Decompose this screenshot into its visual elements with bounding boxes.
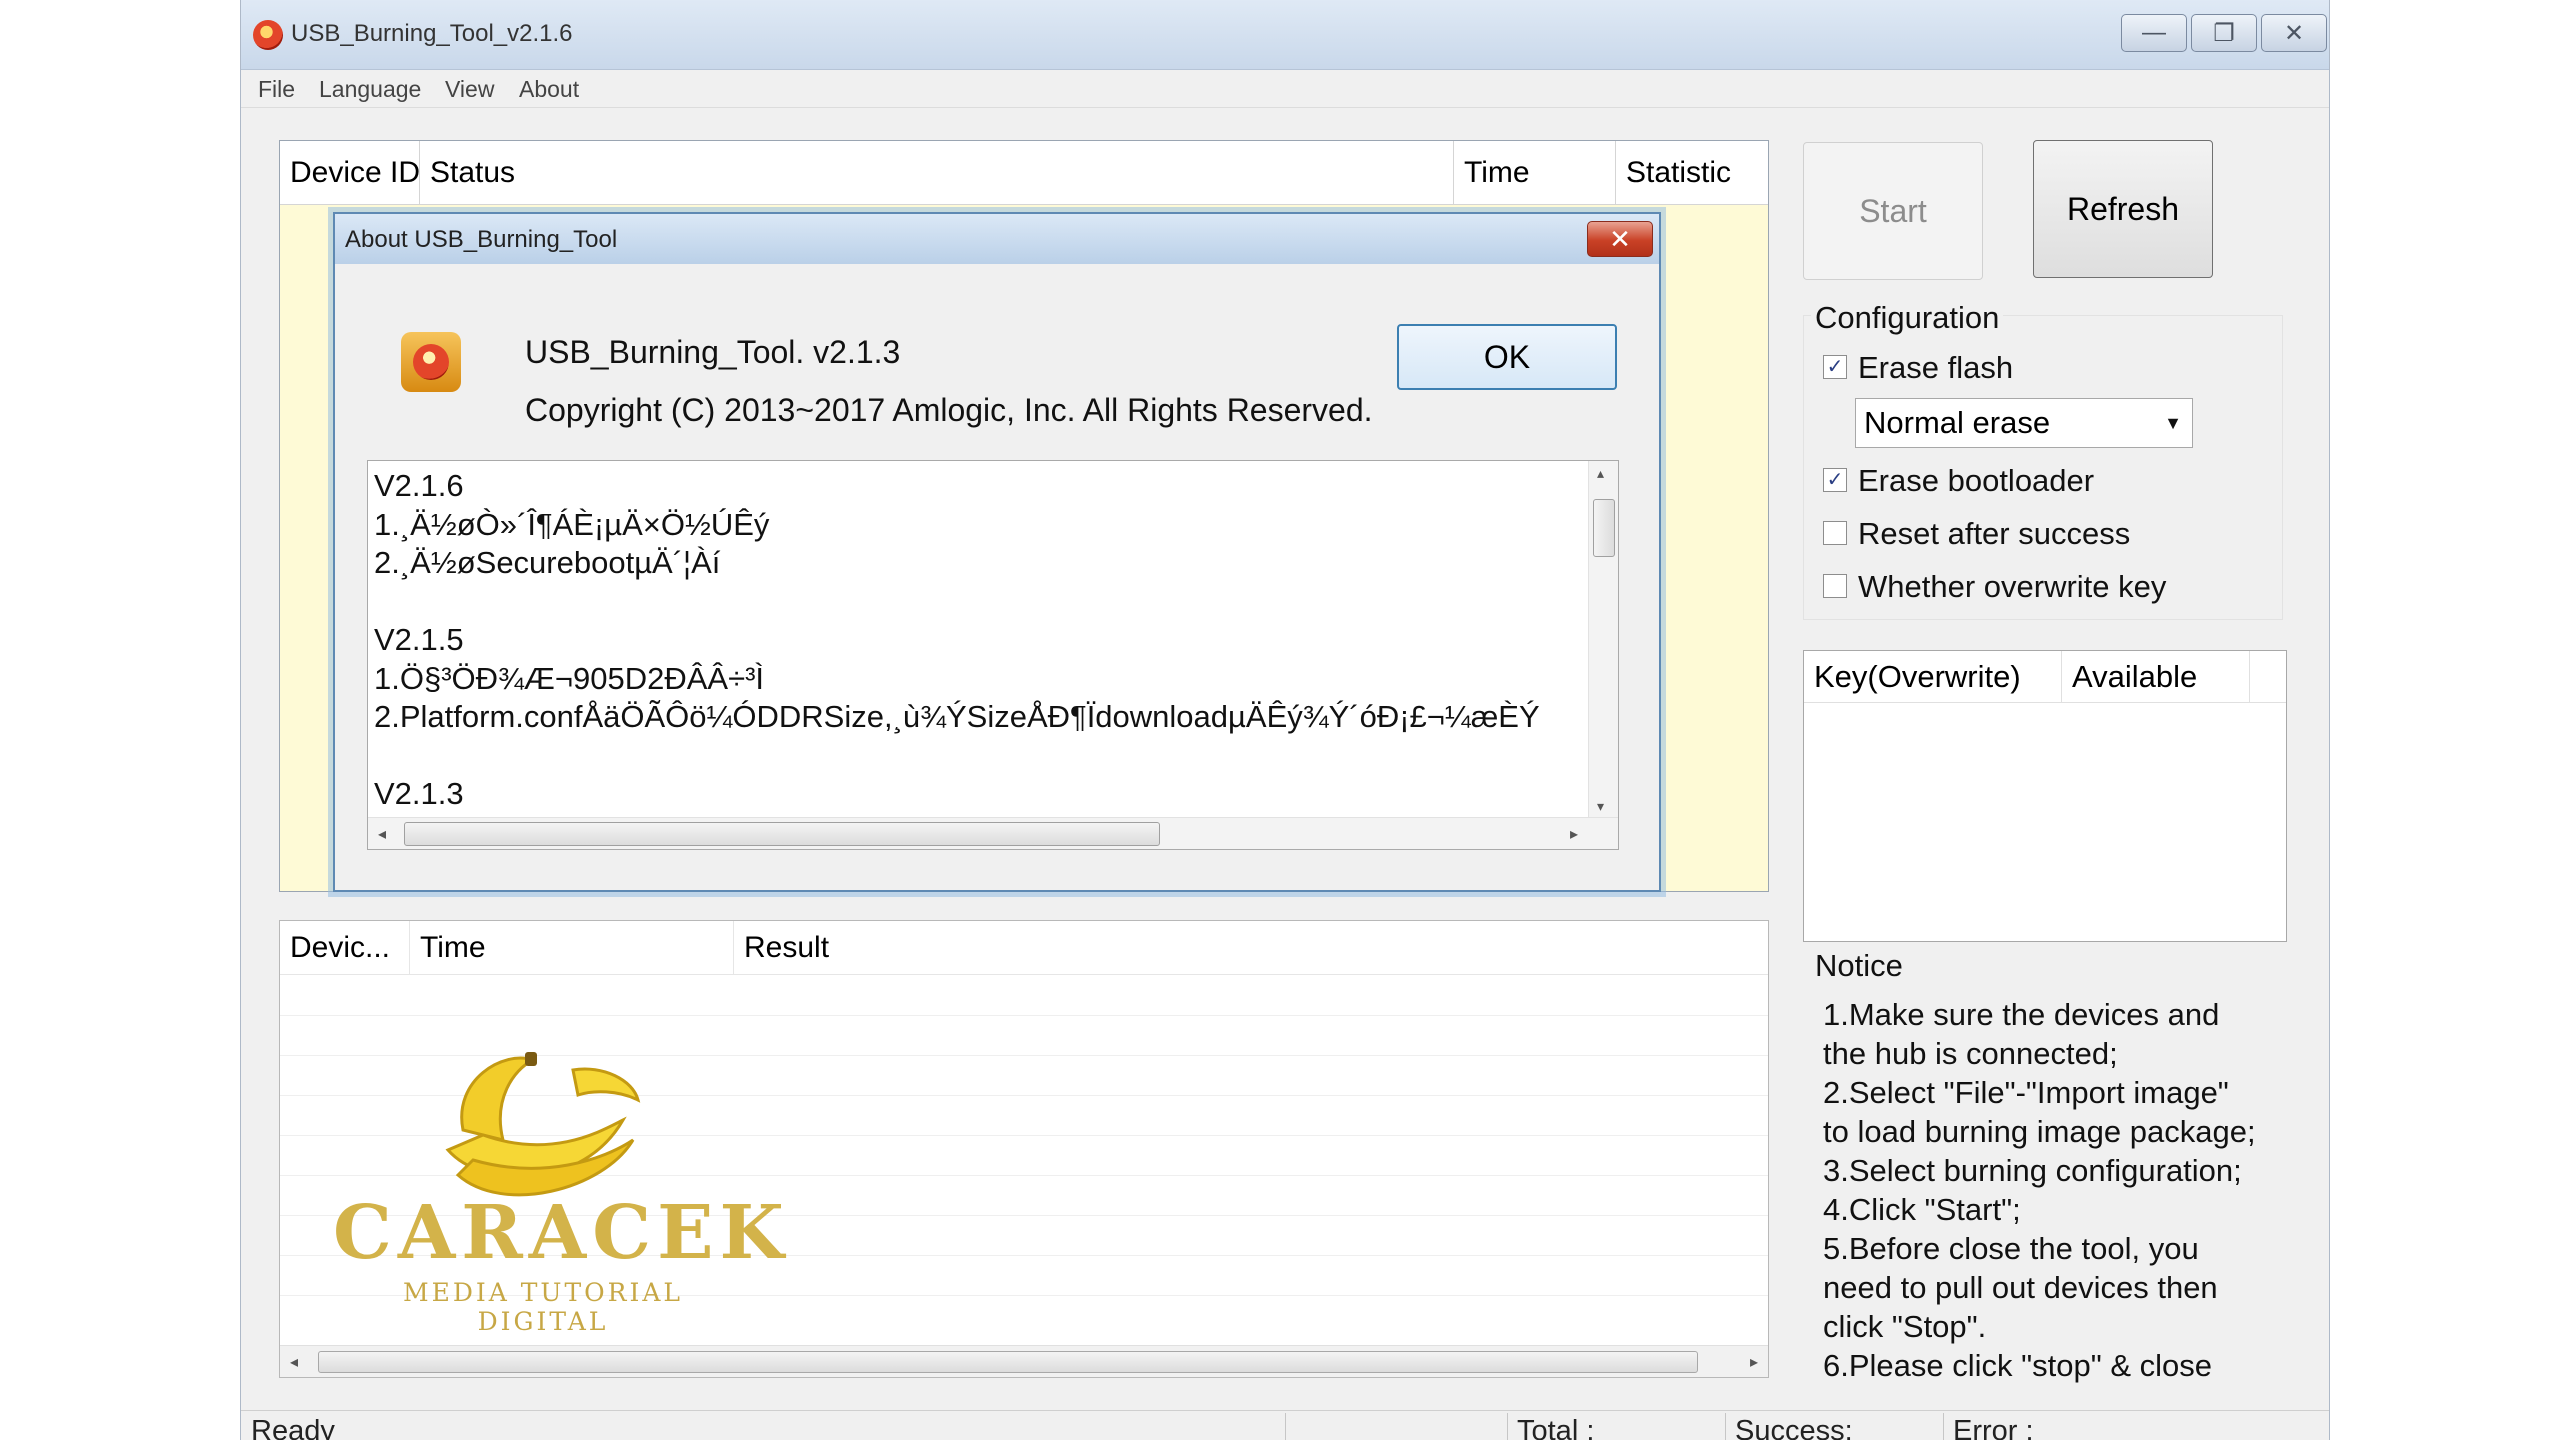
changelog-textarea[interactable]: V2.1.6 1.¸Ä½øÒ»´Î¶ÁÈ¡µÄ×Ö½ÚÊý 2.¸Ä½øSecu… <box>367 460 1619 850</box>
window-title: USB_Burning_Tool_v2.1.6 <box>291 20 573 47</box>
refresh-button[interactable]: Refresh <box>2033 140 2213 278</box>
erase-mode-value: Normal erase <box>1864 405 2051 440</box>
result-list-header: Devic... Time Result <box>280 921 1768 975</box>
erase-flash-checkbox[interactable]: ✓ <box>1823 355 1847 379</box>
status-error: Error : <box>1953 1415 2034 1440</box>
status-divider <box>1943 1413 1944 1440</box>
reset-after-success-label: Reset after success <box>1858 516 2131 551</box>
scrollbar-thumb[interactable] <box>404 822 1160 846</box>
overwrite-key-checkbox[interactable] <box>1823 574 1847 598</box>
about-copyright: Copyright (C) 2013~2017 Amlogic, Inc. Al… <box>525 392 1373 428</box>
menu-view[interactable]: View <box>445 70 494 108</box>
notice-line: 6.Please click "stop" & close <box>1823 1348 2213 1383</box>
close-button[interactable]: ✕ <box>2261 14 2327 52</box>
about-dialog-title: About USB_Burning_Tool <box>345 226 618 253</box>
overwrite-key-label: Whether overwrite key <box>1858 569 2167 604</box>
notice-line: 5.Before close the tool, you <box>1823 1231 2199 1266</box>
notice-label: Notice <box>1811 948 1907 984</box>
app-logo-icon <box>401 332 461 392</box>
erase-mode-select[interactable]: Normal erase ▼ <box>1855 398 2193 448</box>
menu-bar: File Language View About <box>241 70 2329 108</box>
column-status[interactable]: Status <box>420 141 1454 205</box>
column-time[interactable]: Time <box>1454 141 1616 205</box>
notice-line: click "Stop". <box>1823 1309 1987 1344</box>
title-bar: USB_Burning_Tool_v2.1.6 — ❐ ✕ <box>241 0 2329 70</box>
scroll-right-icon[interactable]: ▸ <box>1570 824 1578 844</box>
menu-language[interactable]: Language <box>319 70 421 108</box>
chevron-down-icon: ▼ <box>2164 413 2182 433</box>
changelog-horizontal-scrollbar[interactable]: ◂ ▸ <box>368 817 1618 849</box>
about-close-button[interactable]: ✕ <box>1587 221 1653 257</box>
watermark-logo: CARACEK MEDIA TUTORIAL DIGITAL <box>333 1040 790 1336</box>
column-key-overwrite[interactable]: Key(Overwrite) <box>1804 651 2062 703</box>
scrollbar-thumb[interactable] <box>318 1351 1698 1373</box>
about-product-name: USB_Burning_Tool. v2.1.3 <box>525 334 901 370</box>
notice-line: 3.Select burning configuration; <box>1823 1153 2242 1188</box>
notice-line: need to pull out devices then <box>1823 1270 2218 1305</box>
app-icon <box>253 20 283 50</box>
notice-line: the hub is connected; <box>1823 1036 2118 1071</box>
device-list-header: Device ID Status Time Statistic <box>280 141 1768 205</box>
erase-flash-label: Erase flash <box>1858 350 2014 385</box>
scroll-up-icon[interactable]: ▴ <box>1597 465 1604 482</box>
notice-text: 1.Make sure the devices and the hub is c… <box>1823 995 2293 1385</box>
column-statistic[interactable]: Statistic <box>1616 141 1768 205</box>
scroll-left-icon[interactable]: ◂ <box>290 1352 298 1372</box>
erase-bootloader-label: Erase bootloader <box>1858 463 2095 498</box>
status-divider <box>1507 1413 1508 1440</box>
watermark-subtitle: MEDIA TUTORIAL DIGITAL <box>402 1278 684 1336</box>
scroll-left-icon[interactable]: ◂ <box>378 824 386 844</box>
status-success: Success: <box>1735 1415 1853 1440</box>
notice-line: 4.Click "Start"; <box>1823 1192 2021 1227</box>
watermark-title: CARACEK <box>333 1190 790 1276</box>
notice-line: 2.Select "File"-"Import image" <box>1823 1075 2229 1110</box>
changelog-text[interactable]: V2.1.6 1.¸Ä½øÒ»´Î¶ÁÈ¡µÄ×Ö½ÚÊý 2.¸Ä½øSecu… <box>374 467 1540 814</box>
key-table-header: Key(Overwrite) Available <box>1804 651 2286 703</box>
column-available[interactable]: Available <box>2062 651 2250 703</box>
scroll-down-icon[interactable]: ▾ <box>1597 798 1604 815</box>
scroll-right-icon[interactable]: ▸ <box>1750 1352 1758 1372</box>
minimize-button[interactable]: — <box>2121 14 2187 52</box>
menu-file[interactable]: File <box>258 70 295 108</box>
column-result-time[interactable]: Time <box>410 921 734 975</box>
about-title-bar: About USB_Burning_Tool ✕ <box>335 214 1659 264</box>
reset-after-success-checkbox[interactable] <box>1823 521 1847 545</box>
configuration-label: Configuration <box>1811 300 2004 336</box>
status-state: Ready <box>251 1415 335 1440</box>
menu-about[interactable]: About <box>519 70 579 108</box>
status-bar: Ready Total : Success: Error : <box>241 1410 2329 1440</box>
notice-line: to load burning image package; <box>1823 1114 2256 1149</box>
start-button[interactable]: Start <box>1803 142 1983 280</box>
notice-line: 1.Make sure the devices and <box>1823 997 2220 1032</box>
about-dialog: About USB_Burning_Tool ✕ USB_Burning_Too… <box>333 212 1661 892</box>
result-horizontal-scrollbar[interactable]: ◂ ▸ <box>280 1345 1768 1377</box>
banana-icon <box>445 1052 641 1197</box>
key-table[interactable]: Key(Overwrite) Available <box>1803 650 2287 942</box>
column-device[interactable]: Devic... <box>280 921 410 975</box>
column-result[interactable]: Result <box>734 921 1768 975</box>
status-divider <box>1285 1413 1286 1440</box>
scrollbar-thumb[interactable] <box>1593 499 1615 557</box>
status-total: Total : <box>1517 1415 1595 1440</box>
maximize-button[interactable]: ❐ <box>2191 14 2257 52</box>
status-divider <box>1725 1413 1726 1440</box>
row-divider <box>280 1015 1768 1016</box>
erase-bootloader-checkbox[interactable]: ✓ <box>1823 468 1847 492</box>
changelog-vertical-scrollbar[interactable]: ▴ ▾ <box>1588 461 1618 819</box>
column-device-id[interactable]: Device ID <box>280 141 420 205</box>
ok-button[interactable]: OK <box>1397 324 1617 390</box>
